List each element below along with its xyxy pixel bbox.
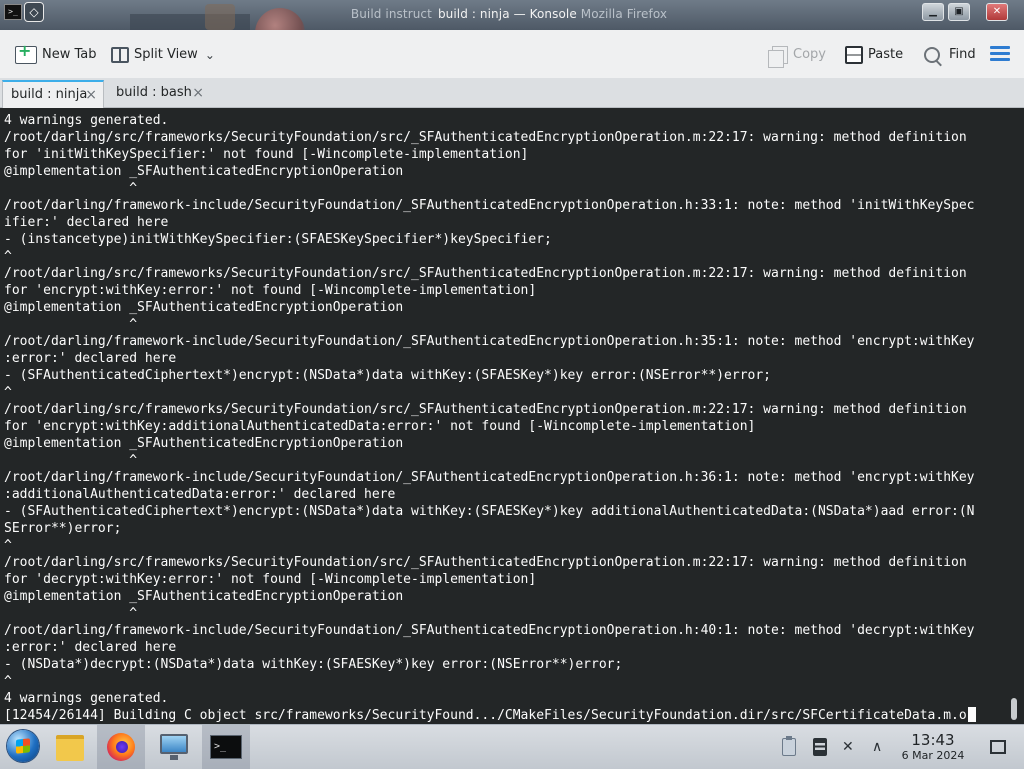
terminal-cursor: [967, 707, 976, 722]
terminal-line: 4 warnings generated.: [4, 691, 169, 706]
taskbar-konsole[interactable]: >_: [202, 725, 250, 769]
konsole-toolbar: New Tab Split View ⌄ Copy Paste Find: [0, 30, 1024, 78]
firefox-icon: [107, 733, 135, 761]
window-title-tail: Mozilla Firefox: [580, 7, 668, 21]
terminal-line: for 'encrypt:withKey:error:' not found […: [4, 283, 537, 298]
terminal-line: ^: [4, 606, 138, 621]
start-menu-button[interactable]: [0, 725, 48, 769]
paste-icon: [845, 46, 863, 64]
terminal-line: /root/darling/framework-include/Security…: [4, 623, 975, 638]
terminal-line: @implementation _SFAuthenticatedEncrypti…: [4, 300, 404, 315]
window-title-ghost: Build instruct: [350, 7, 432, 21]
terminal-line: for 'encrypt:withKey:additionalAuthentic…: [4, 419, 756, 434]
terminal-line: ^: [4, 181, 138, 196]
tab-bar: build : ninja × build : bash ×: [0, 78, 1024, 108]
tab-label: build : ninja: [11, 87, 88, 102]
close-button[interactable]: ✕: [986, 3, 1008, 21]
tab-build-ninja[interactable]: build : ninja ×: [2, 80, 104, 108]
terminal-line: ^: [4, 385, 12, 400]
tab-build-bash[interactable]: build : bash ×: [108, 80, 210, 108]
new-tab-icon: [15, 41, 37, 64]
volume-muted-icon[interactable]: ✕: [842, 738, 860, 756]
terminal-output: 4 warnings generated. /root/darling/src/…: [4, 112, 976, 724]
paste-label: Paste: [868, 47, 904, 62]
window-title: Build instruct build : ninja — Konsole Mo…: [0, 7, 1024, 21]
terminal-line: for 'initWithKeySpecifier:' not found [-…: [4, 147, 529, 162]
split-view-label: Split View: [134, 47, 198, 62]
close-tab-icon[interactable]: ×: [192, 80, 204, 106]
terminal-line: :error:' declared here: [4, 640, 177, 655]
paste-button[interactable]: Paste: [845, 44, 903, 66]
taskbar-file-manager[interactable]: [46, 725, 94, 769]
terminal-line: SError**)error;: [4, 521, 122, 536]
new-tab-label: New Tab: [42, 47, 97, 62]
terminal-line: @implementation _SFAuthenticatedEncrypti…: [4, 164, 404, 179]
terminal-line: :error:' declared here: [4, 351, 177, 366]
terminal-view[interactable]: 4 warnings generated. /root/darling/src/…: [0, 108, 1024, 724]
find-label: Find: [949, 47, 976, 62]
terminal-line: /root/darling/framework-include/Security…: [4, 334, 975, 349]
split-view-icon: [111, 47, 129, 63]
terminal-line: - (NSData*)decrypt:(NSData*)data withKey…: [4, 657, 623, 672]
split-view-button[interactable]: Split View ⌄: [111, 44, 215, 66]
window-title-bar[interactable]: >_ ◇ Build instruct build : ninja — Konso…: [0, 0, 1024, 30]
terminal-line: ifier:' declared here: [4, 215, 169, 230]
clipboard-icon[interactable]: [782, 736, 796, 756]
copy-label: Copy: [793, 47, 826, 62]
maximize-button[interactable]: ▣: [948, 3, 970, 21]
terminal-line: ^: [4, 453, 138, 468]
terminal-line: 4 warnings generated.: [4, 113, 169, 128]
terminal-line: :additionalAuthenticatedData:error:' dec…: [4, 487, 396, 502]
show-desktop-icon[interactable]: [990, 740, 1006, 754]
minimize-button[interactable]: ▁: [922, 3, 944, 21]
taskbar: >_ ✕ ∧ 13:43 6 Mar 2024: [0, 724, 1024, 769]
terminal-line: @implementation _SFAuthenticatedEncrypti…: [4, 589, 404, 604]
terminal-line: /root/darling/src/frameworks/SecurityFou…: [4, 555, 967, 570]
find-button[interactable]: Find: [924, 44, 976, 66]
taskbar-remote-desktop[interactable]: [150, 725, 198, 769]
hamburger-menu-icon[interactable]: [990, 46, 1010, 62]
terminal-line: /root/darling/src/frameworks/SecurityFou…: [4, 402, 967, 417]
battery-icon[interactable]: [813, 738, 827, 756]
search-icon: [924, 47, 940, 63]
terminal-scrollbar[interactable]: [1011, 698, 1017, 720]
clock-time: 13:43: [911, 731, 955, 749]
terminal-line: ^: [4, 538, 12, 553]
copy-icon: [768, 46, 788, 68]
close-tab-icon[interactable]: ×: [85, 82, 97, 108]
terminal-line: - (SFAuthenticatedCiphertext*)encrypt:(N…: [4, 504, 975, 519]
chevron-down-icon: ⌄: [204, 48, 215, 62]
monitor-icon: [160, 734, 188, 760]
window-title-main: build : ninja — Konsole: [437, 7, 577, 21]
terminal-line: - (SFAuthenticatedCiphertext*)encrypt:(N…: [4, 368, 772, 383]
terminal-line: [12454/26144] Building C object src/fram…: [4, 708, 967, 723]
clock-date: 6 Mar 2024: [901, 749, 965, 762]
system-clock[interactable]: 13:43 6 Mar 2024: [896, 731, 970, 763]
konsole-icon: >_: [210, 735, 242, 759]
folder-icon: [56, 735, 84, 761]
tab-label: build : bash: [116, 85, 192, 100]
terminal-line: /root/darling/src/frameworks/SecurityFou…: [4, 130, 967, 145]
terminal-line: ^: [4, 317, 138, 332]
terminal-line: /root/darling/src/frameworks/SecurityFou…: [4, 266, 967, 281]
terminal-line: /root/darling/framework-include/Security…: [4, 198, 975, 213]
terminal-line: @implementation _SFAuthenticatedEncrypti…: [4, 436, 404, 451]
terminal-line: - (instancetype)initWithKeySpecifier:(SF…: [4, 232, 552, 247]
windows-logo-icon: [7, 730, 39, 762]
terminal-line: ^: [4, 674, 12, 689]
terminal-line: ^: [4, 249, 12, 264]
copy-button[interactable]: Copy: [768, 44, 826, 68]
taskbar-firefox[interactable]: [97, 725, 145, 769]
terminal-line: /root/darling/framework-include/Security…: [4, 470, 975, 485]
chevron-up-icon[interactable]: ∧: [872, 738, 886, 756]
new-tab-button[interactable]: New Tab: [15, 41, 97, 66]
terminal-line: for 'decrypt:withKey:error:' not found […: [4, 572, 537, 587]
